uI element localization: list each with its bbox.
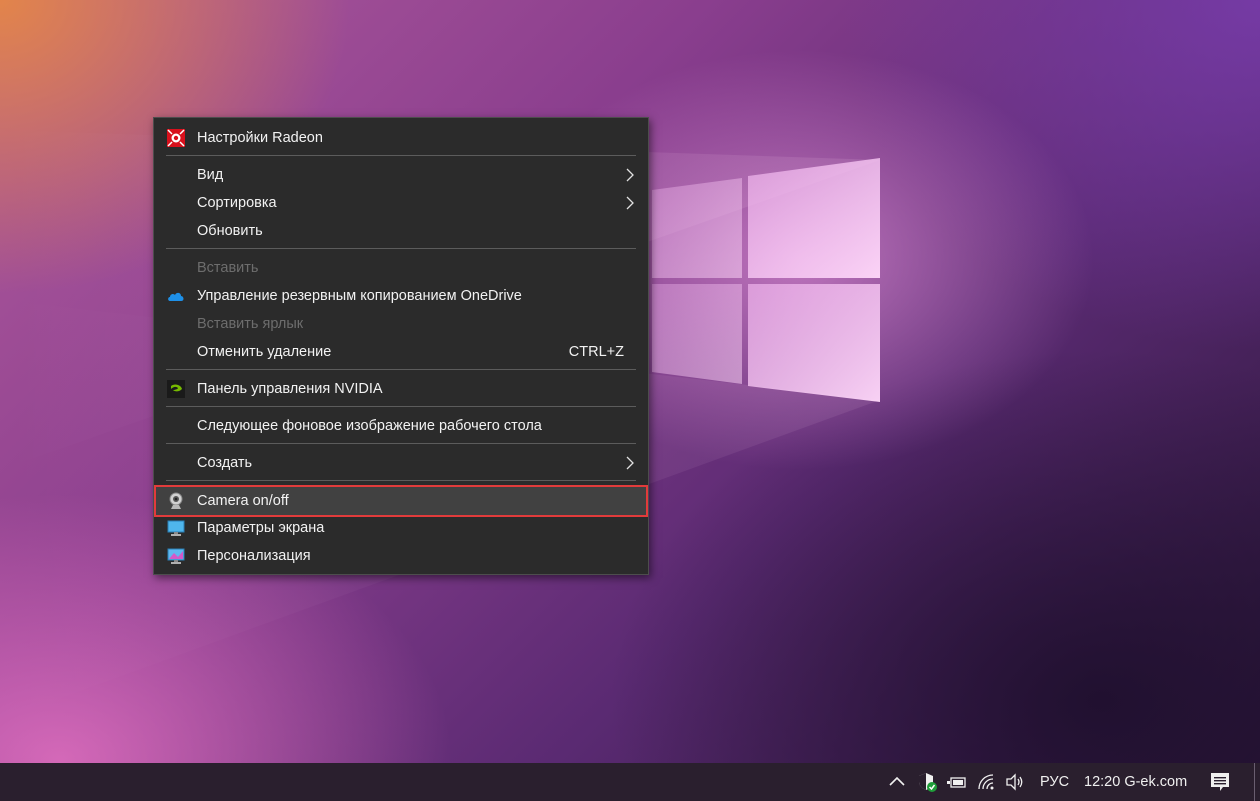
menu-item-paste: Вставить <box>155 254 647 282</box>
menu-item-next-wallpaper[interactable]: Следующее фоновое изображение рабочего с… <box>155 412 647 440</box>
menu-item-label: Настройки Radeon <box>197 130 323 146</box>
defender-icon <box>919 773 937 792</box>
volume-tray-button[interactable] <box>1002 763 1028 801</box>
chevron-right-icon <box>626 168 634 182</box>
chevron-up-icon <box>889 776 905 786</box>
menu-item-camera-toggle[interactable]: Camera on/off <box>154 485 648 517</box>
show-hidden-icons-button[interactable] <box>886 763 908 801</box>
taskbar: РУС 12:20 G-ek.com <box>0 763 1260 801</box>
menu-item-undo-delete[interactable]: Отменить удаление CTRL+Z <box>155 338 647 366</box>
desktop-context-menu: Настройки Radeon Вид Сортировка Обновить… <box>153 117 649 575</box>
menu-item-shortcut: CTRL+Z <box>568 344 624 360</box>
menu-item-nvidia-panel[interactable]: Панель управления NVIDIA <box>155 375 647 403</box>
menu-separator <box>166 406 636 407</box>
nvidia-icon <box>167 380 185 398</box>
chevron-right-icon <box>626 196 634 210</box>
menu-item-display-settings[interactable]: Параметры экрана <box>155 514 647 542</box>
webcam-icon <box>169 492 183 509</box>
radeon-icon <box>167 129 185 147</box>
menu-item-label: Отменить удаление <box>197 344 332 360</box>
defender-tray-button[interactable] <box>914 763 940 801</box>
menu-item-label: Обновить <box>197 223 263 239</box>
menu-item-label: Персонализация <box>197 548 311 564</box>
show-desktop-button[interactable] <box>1254 763 1260 801</box>
wifi-icon <box>978 774 994 790</box>
taskbar-clock[interactable]: 12:20 G-ek.com <box>1084 763 1187 801</box>
menu-item-label: Управление резервным копированием OneDri… <box>197 288 522 304</box>
input-language-indicator[interactable]: РУС <box>1040 763 1069 801</box>
personalize-icon <box>167 548 185 564</box>
network-tray-button[interactable] <box>974 763 1000 801</box>
chevron-right-icon <box>626 456 634 470</box>
menu-item-view[interactable]: Вид <box>155 161 647 189</box>
menu-separator <box>166 248 636 249</box>
menu-item-personalization[interactable]: Персонализация <box>155 542 647 570</box>
menu-item-label: Панель управления NVIDIA <box>197 381 383 397</box>
menu-item-radeon-settings[interactable]: Настройки Radeon <box>155 124 647 152</box>
menu-item-label: Параметры экрана <box>197 520 325 536</box>
menu-separator <box>166 155 636 156</box>
menu-item-label: Вставить <box>197 260 259 276</box>
menu-item-refresh[interactable]: Обновить <box>155 217 647 245</box>
notification-icon <box>1211 773 1229 791</box>
onedrive-icon <box>168 292 184 301</box>
action-center-button[interactable] <box>1206 763 1234 801</box>
display-icon <box>167 520 185 536</box>
menu-separator <box>166 443 636 444</box>
menu-item-sort[interactable]: Сортировка <box>155 189 647 217</box>
battery-icon <box>947 777 966 788</box>
menu-item-paste-shortcut: Вставить ярлык <box>155 310 647 338</box>
menu-item-label: Camera on/off <box>197 493 289 509</box>
menu-separator <box>166 480 636 481</box>
battery-tray-button[interactable] <box>944 763 970 801</box>
menu-item-label: Следующее фоновое изображение рабочего с… <box>197 418 542 434</box>
windows-logo <box>652 158 880 402</box>
menu-separator <box>166 369 636 370</box>
menu-item-onedrive-backup[interactable]: Управление резервным копированием OneDri… <box>155 282 647 310</box>
menu-item-new[interactable]: Создать <box>155 449 647 477</box>
volume-icon <box>1006 773 1023 791</box>
menu-item-label: Создать <box>197 455 253 471</box>
menu-item-label: Вид <box>197 167 224 183</box>
menu-item-label: Вставить ярлык <box>197 316 304 332</box>
menu-item-label: Сортировка <box>197 195 277 211</box>
